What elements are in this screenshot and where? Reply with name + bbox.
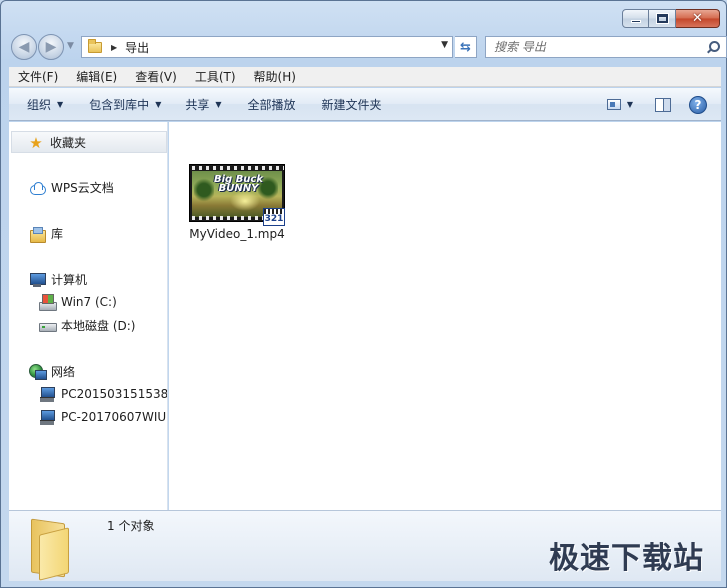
library-icon — [29, 226, 46, 243]
cloud-icon — [29, 180, 46, 196]
item-count: 1 个对象 — [107, 519, 155, 533]
sidebar-item-network[interactable]: 网络 — [29, 363, 75, 380]
scene-tree — [194, 177, 214, 203]
favorites-label: 收藏夹 — [50, 136, 87, 150]
hard-drive-icon — [39, 318, 57, 334]
menu-file[interactable]: 文件(F) — [9, 67, 67, 87]
view-options-dropdown-icon[interactable]: ▼ — [627, 100, 633, 109]
computer-icon — [29, 272, 46, 288]
folder-front — [39, 527, 69, 581]
menu-help[interactable]: 帮助(H) — [245, 67, 305, 87]
forward-button[interactable]: ▶ — [38, 34, 64, 60]
network-computer-icon — [39, 409, 55, 425]
maximize-button[interactable] — [649, 9, 676, 28]
address-bar[interactable]: ▶ 导出 ▼ — [81, 36, 453, 58]
chevron-down-icon: ▼ — [57, 99, 64, 109]
recent-pages-dropdown[interactable]: ▼ — [67, 41, 74, 51]
chevron-down-icon: ▼ — [215, 99, 222, 109]
address-dropdown-icon[interactable]: ▼ — [441, 40, 448, 50]
menu-edit[interactable]: 编辑(E) — [67, 67, 126, 87]
network-computer-icon — [39, 386, 55, 402]
explorer-window: ✕ ◀ ▶ ▼ ▶ 导出 ▼ ⇆ 文件(F) 编辑(E) 查看(V) 工具(T)… — [0, 0, 727, 588]
star-icon: ★ — [29, 133, 43, 152]
organize-button[interactable]: 组织 ▼ — [9, 88, 72, 121]
menu-view[interactable]: 查看(V) — [126, 67, 186, 87]
breadcrumb-current[interactable]: 导出 — [125, 39, 149, 56]
share-button[interactable]: 共享 ▼ — [176, 88, 230, 121]
watermark: 极速下载站 — [549, 541, 704, 576]
navigation-bar: ◀ ▶ ▼ ▶ 导出 ▼ ⇆ — [9, 33, 727, 61]
command-bar-right: ▼ ? — [606, 88, 721, 121]
network-icon — [29, 363, 47, 380]
sidebar-item-drive-d[interactable]: 本地磁盘 (D:) — [39, 317, 135, 334]
player-badge-icon: 321 — [263, 208, 285, 226]
change-view-icon[interactable] — [606, 99, 621, 110]
sidebar-item-wps-cloud[interactable]: WPS云文档 — [29, 179, 114, 196]
drive-c-label: Win7 (C:) — [61, 295, 117, 309]
preview-pane-icon[interactable] — [655, 97, 671, 112]
search-icon[interactable] — [704, 38, 722, 56]
drive-d-label: 本地磁盘 (D:) — [61, 319, 136, 333]
sidebar-item-favorites[interactable]: ★ 收藏夹 — [11, 131, 167, 153]
thumbnail-title-line-2: BUNNY — [218, 183, 259, 194]
sidebar-item-drive-c[interactable]: Win7 (C:) — [39, 294, 117, 311]
play-all-label: 全部播放 — [247, 97, 296, 112]
badge-text: 321 — [264, 214, 284, 224]
network-pc-2-label: PC-20170607WIUN — [61, 410, 168, 424]
organize-label: 组织 — [27, 97, 52, 112]
refresh-button[interactable]: ⇆ — [455, 36, 477, 58]
play-all-button[interactable]: 全部播放 — [239, 88, 305, 121]
menu-bar: 文件(F) 编辑(E) 查看(V) 工具(T) 帮助(H) — [9, 67, 721, 87]
folder-icon — [31, 517, 81, 581]
scene-light — [230, 191, 260, 211]
file-name[interactable]: MyVideo_1.mp4 — [181, 227, 293, 241]
back-button[interactable]: ◀ — [11, 34, 37, 60]
minimize-icon — [630, 20, 641, 23]
search-input[interactable] — [486, 38, 704, 56]
caption-buttons: ✕ — [622, 9, 720, 28]
menu-tools[interactable]: 工具(T) — [186, 67, 245, 87]
new-folder-button[interactable]: 新建文件夹 — [313, 88, 391, 121]
include-in-library-label: 包含到库中 — [89, 97, 150, 112]
share-label: 共享 — [185, 97, 210, 112]
network-pc-1-label: PC201503151538 — [61, 387, 168, 401]
refresh-icon: ⇆ — [460, 39, 471, 55]
system-drive-icon — [39, 294, 57, 311]
sidebar-item-network-pc-2[interactable]: PC-20170607WIUN — [39, 409, 168, 425]
close-button[interactable]: ✕ — [676, 9, 720, 28]
command-bar: 组织 ▼ 包含到库中 ▼ 共享 ▼ 全部播放 新建文件夹 ▼ ? — [9, 88, 721, 121]
film-holes-top — [192, 166, 284, 170]
folder-icon — [88, 38, 102, 53]
help-icon[interactable]: ? — [689, 95, 707, 114]
navigation-pane: ★ 收藏夹 WPS云文档 库 计算机 Win7 (C:) 本地磁盘 (D:) 网… — [9, 122, 168, 510]
minimize-button[interactable] — [622, 9, 649, 28]
network-label: 网络 — [51, 365, 76, 379]
file-list: Big Buck BUNNY 321 MyVideo_1.mp4 — [169, 122, 721, 510]
thumbnail-title: Big Buck BUNNY — [214, 175, 263, 194]
chevron-down-icon: ▼ — [155, 99, 162, 109]
video-thumbnail: Big Buck BUNNY 321 — [189, 164, 285, 226]
breadcrumb-separator-icon[interactable]: ▶ — [111, 43, 117, 52]
sidebar-item-network-pc-1[interactable]: PC201503151538 — [39, 386, 168, 402]
include-in-library-button[interactable]: 包含到库中 ▼ — [80, 88, 170, 121]
favorites-entry: ★ 收藏夹 — [28, 134, 86, 151]
library-label: 库 — [51, 227, 64, 241]
wps-cloud-label: WPS云文档 — [51, 181, 114, 195]
sidebar-item-library[interactable]: 库 — [29, 225, 64, 243]
search-box[interactable] — [485, 36, 727, 58]
back-arrow-icon: ◀ — [18, 39, 30, 55]
computer-label: 计算机 — [51, 273, 88, 287]
maximize-icon — [655, 13, 669, 24]
forward-arrow-icon: ▶ — [45, 39, 57, 55]
new-folder-label: 新建文件夹 — [321, 97, 382, 112]
close-icon: ✕ — [692, 11, 703, 26]
sidebar-item-computer[interactable]: 计算机 — [29, 271, 87, 288]
